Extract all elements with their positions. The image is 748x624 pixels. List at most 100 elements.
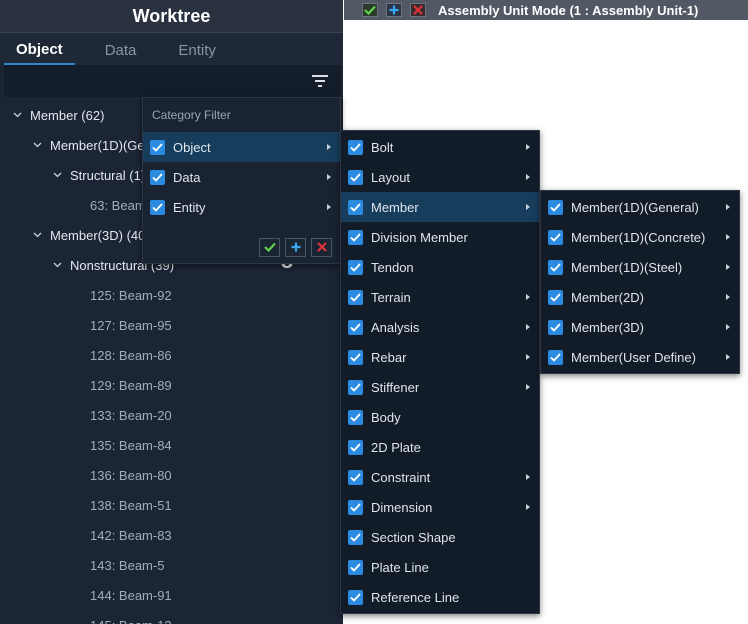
filter-confirm-button[interactable] xyxy=(259,237,280,257)
checkbox[interactable] xyxy=(348,409,363,425)
object-item-section-shape[interactable]: Section Shape xyxy=(341,522,539,552)
checkbox[interactable] xyxy=(348,379,363,395)
tab-object[interactable]: Object xyxy=(4,35,75,65)
object-item-tendon[interactable]: Tendon xyxy=(341,252,539,282)
category-item-object[interactable]: Object xyxy=(143,132,340,162)
cancel-button[interactable] xyxy=(408,1,428,19)
submenu-arrow-icon xyxy=(526,324,530,330)
member-item-member-user-define[interactable]: Member(User Define) xyxy=(541,342,739,372)
menu-item-label: Reference Line xyxy=(371,589,460,605)
chevron-down-icon[interactable] xyxy=(30,232,44,238)
tree-leaf-item[interactable]: 125: Beam-92 xyxy=(0,280,343,310)
menu-item-label: Member(1D)(Steel) xyxy=(571,259,683,275)
checkbox[interactable] xyxy=(348,529,363,545)
mode-bar: Assembly Unit Mode (1 : Assembly Unit-1) xyxy=(344,0,748,20)
member-item-member-1d-concrete[interactable]: Member(1D)(Concrete) xyxy=(541,222,739,252)
menu-item-label: Tendon xyxy=(371,259,414,275)
checkbox[interactable] xyxy=(548,229,563,245)
checkbox[interactable] xyxy=(348,349,363,365)
tree-leaf-item[interactable]: 128: Beam-86 xyxy=(0,340,343,370)
menu-item-label: Member(2D) xyxy=(571,289,644,305)
filter-add-button[interactable] xyxy=(285,237,306,257)
close-icon xyxy=(410,3,426,17)
object-item-reference-line[interactable]: Reference Line xyxy=(341,582,539,612)
plus-icon xyxy=(386,3,402,17)
menu-item-label: Object xyxy=(173,139,211,155)
tree-leaf-item[interactable]: 135: Beam-84 xyxy=(0,430,343,460)
tree-toolbar xyxy=(4,65,341,97)
checkbox[interactable] xyxy=(348,169,363,185)
tree-leaf-item[interactable]: 136: Beam-80 xyxy=(0,460,343,490)
checkbox[interactable] xyxy=(150,169,165,185)
checkbox[interactable] xyxy=(150,139,165,155)
tree-item-label: Member(3D) (40) xyxy=(50,227,150,243)
member-item-member-1d-general[interactable]: Member(1D)(General) xyxy=(541,192,739,222)
chevron-down-icon[interactable] xyxy=(50,262,64,268)
tree-leaf-item[interactable]: 133: Beam-20 xyxy=(0,400,343,430)
object-item-dimension[interactable]: Dimension xyxy=(341,492,539,522)
checkbox[interactable] xyxy=(548,259,563,275)
object-item-stiffener[interactable]: Stiffener xyxy=(341,372,539,402)
checkbox[interactable] xyxy=(348,139,363,155)
tree-item-label: Structural (1) xyxy=(70,167,146,183)
tree-item-label: 145: Beam-13 xyxy=(90,618,172,624)
checkbox[interactable] xyxy=(348,469,363,485)
member-item-member-2d[interactable]: Member(2D) xyxy=(541,282,739,312)
object-item-bolt[interactable]: Bolt xyxy=(341,132,539,162)
checkbox[interactable] xyxy=(348,229,363,245)
tab-entity[interactable]: Entity xyxy=(166,35,228,65)
checkmark-icon xyxy=(350,292,361,302)
checkbox[interactable] xyxy=(548,199,563,215)
worktree-panel: Worktree Object Data Entity Member (62) M… xyxy=(0,0,343,624)
menu-item-label: 2D Plate xyxy=(371,439,421,455)
object-item-analysis[interactable]: Analysis xyxy=(341,312,539,342)
object-item-member[interactable]: Member xyxy=(341,192,539,222)
object-item-layout[interactable]: Layout xyxy=(341,162,539,192)
checkmark-icon xyxy=(350,142,361,152)
object-item-plate-line[interactable]: Plate Line xyxy=(341,552,539,582)
object-item-body[interactable]: Body xyxy=(341,402,539,432)
tree-leaf-item[interactable]: 145: Beam-13 xyxy=(0,610,343,624)
menu-item-label: Member xyxy=(371,199,419,215)
object-item-rebar[interactable]: Rebar xyxy=(341,342,539,372)
submenu-arrow-icon xyxy=(327,174,331,180)
member-item-member-1d-steel[interactable]: Member(1D)(Steel) xyxy=(541,252,739,282)
checkbox[interactable] xyxy=(348,319,363,335)
panel-title: Worktree xyxy=(0,0,343,33)
filter-icon[interactable] xyxy=(311,73,329,89)
checkbox[interactable] xyxy=(150,199,165,215)
object-item-division-member[interactable]: Division Member xyxy=(341,222,539,252)
add-button[interactable] xyxy=(384,1,404,19)
tree-leaf-item[interactable]: 143: Beam-5 xyxy=(0,550,343,580)
chevron-down-icon[interactable] xyxy=(50,172,64,178)
tree-leaf-item[interactable]: 142: Beam-83 xyxy=(0,520,343,550)
member-item-member-3d[interactable]: Member(3D) xyxy=(541,312,739,342)
checkbox[interactable] xyxy=(348,259,363,275)
checkbox[interactable] xyxy=(548,319,563,335)
checkbox[interactable] xyxy=(548,349,563,365)
confirm-button[interactable] xyxy=(360,1,380,19)
checkmark-icon xyxy=(350,382,361,392)
category-item-entity[interactable]: Entity xyxy=(143,192,340,222)
menu-item-label: Member(1D)(General) xyxy=(571,199,699,215)
menu-item-label: Member(User Define) xyxy=(571,349,696,365)
chevron-down-icon[interactable] xyxy=(10,112,24,118)
filter-cancel-button[interactable] xyxy=(311,237,332,257)
tree-leaf-item[interactable]: 144: Beam-91 xyxy=(0,580,343,610)
tab-data[interactable]: Data xyxy=(93,35,149,65)
tree-leaf-item[interactable]: 138: Beam-51 xyxy=(0,490,343,520)
category-item-data[interactable]: Data xyxy=(143,162,340,192)
checkbox[interactable] xyxy=(348,589,363,605)
object-item-constraint[interactable]: Constraint xyxy=(341,462,539,492)
tree-leaf-item[interactable]: 127: Beam-95 xyxy=(0,310,343,340)
tree-leaf-item[interactable]: 129: Beam-89 xyxy=(0,370,343,400)
checkbox[interactable] xyxy=(348,499,363,515)
checkbox[interactable] xyxy=(348,439,363,455)
checkbox[interactable] xyxy=(348,199,363,215)
object-item-terrain[interactable]: Terrain xyxy=(341,282,539,312)
checkbox[interactable] xyxy=(348,289,363,305)
object-item-2d-plate[interactable]: 2D Plate xyxy=(341,432,539,462)
checkbox[interactable] xyxy=(348,559,363,575)
checkbox[interactable] xyxy=(548,289,563,305)
chevron-down-icon[interactable] xyxy=(30,142,44,148)
